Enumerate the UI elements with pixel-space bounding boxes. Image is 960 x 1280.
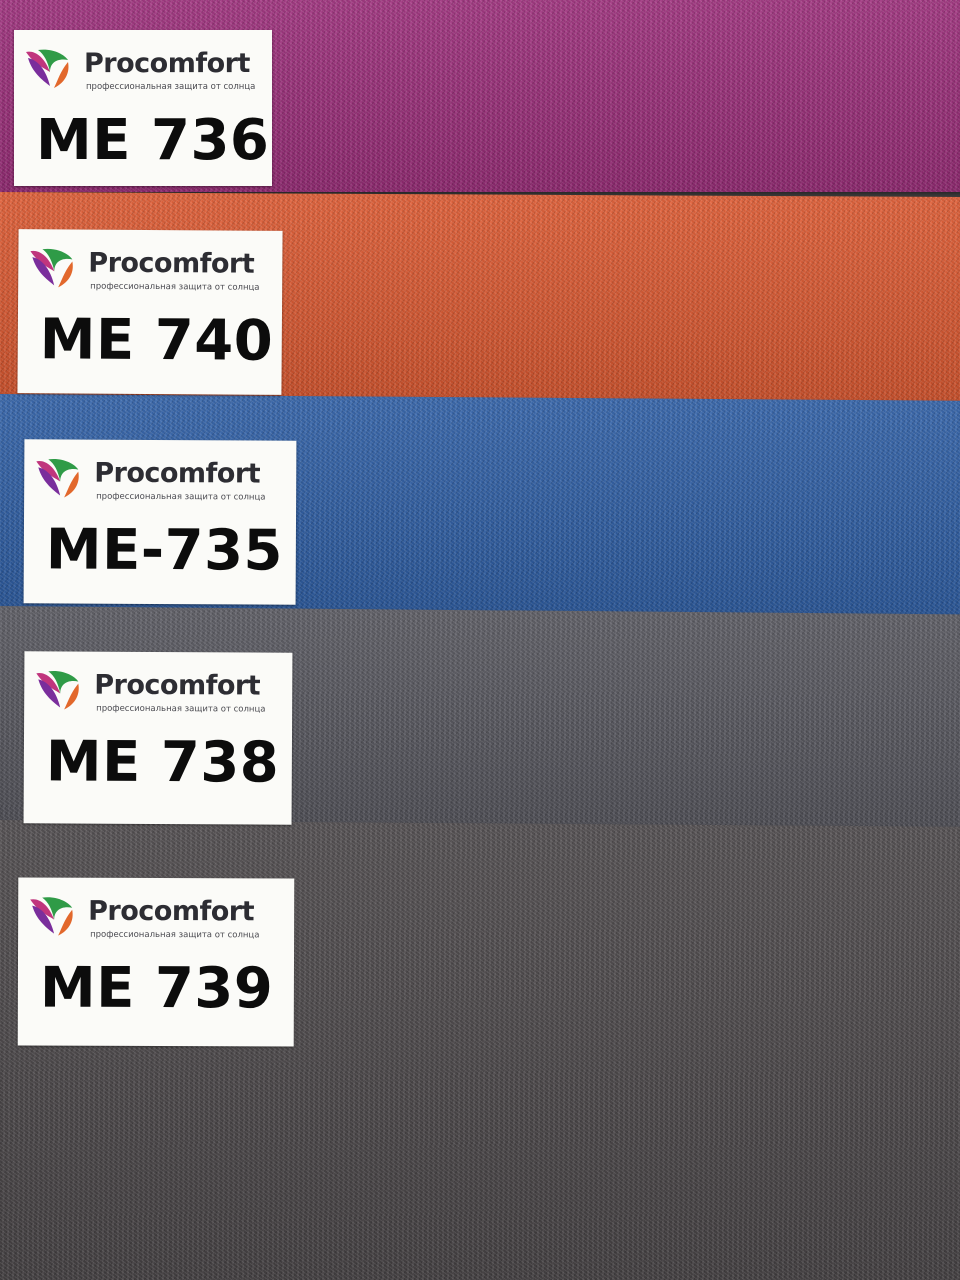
brand-tagline: профессиональная защита от солнца	[86, 82, 256, 92]
brand-name: Procomfort	[84, 48, 250, 79]
swatch-code: ME 740	[39, 307, 274, 374]
swatch-code: ME 738	[45, 729, 280, 796]
procomfort-logo-icon	[36, 459, 79, 498]
swatch-label: Procomfort профессиональная защита от со…	[17, 877, 295, 1047]
procomfort-logo-icon	[36, 671, 79, 710]
brand-tagline: профессиональная защита от солнца	[96, 703, 266, 715]
procomfort-logo-icon	[30, 897, 73, 936]
swatch-code: ME 736	[36, 108, 270, 173]
fabric-sample-sheet: Procomfort профессиональная защита от со…	[0, 0, 960, 1280]
swatch-label: Procomfort профессиональная защита от со…	[23, 651, 293, 825]
brand-name: Procomfort	[88, 895, 255, 928]
brand-tagline: профессиональная защита от солнца	[90, 281, 260, 293]
swatch-label: Procomfort профессиональная защита от со…	[14, 30, 272, 186]
brand-name: Procomfort	[88, 247, 255, 280]
brand-name: Procomfort	[94, 457, 261, 490]
procomfort-logo-icon	[30, 248, 73, 288]
brand-tagline: профессиональная защита от солнца	[96, 491, 266, 503]
procomfort-logo-icon	[26, 49, 69, 88]
brand-tagline: профессиональная защита от солнца	[90, 929, 260, 941]
brand-name: Procomfort	[94, 669, 261, 702]
swatch-code: ME 739	[39, 955, 274, 1022]
swatch-label: Procomfort профессиональная защита от со…	[23, 439, 297, 605]
swatch-code: ME-735	[45, 517, 284, 584]
swatch-label: Procomfort профессиональная защита от со…	[17, 229, 283, 395]
